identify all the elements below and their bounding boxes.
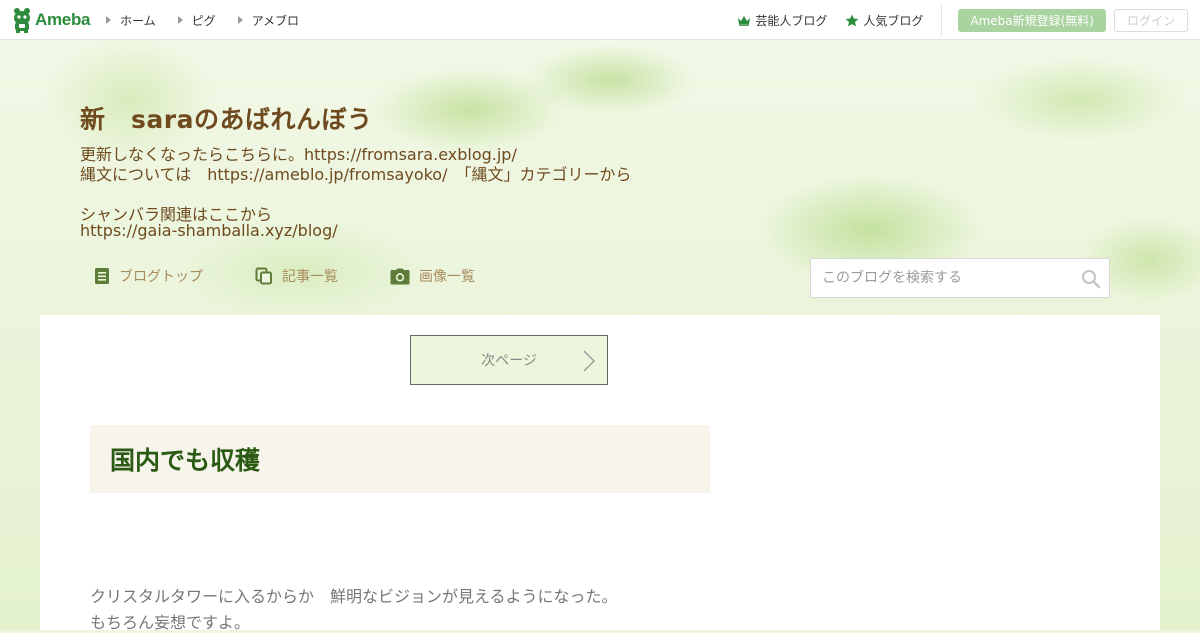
ameba-mascot-icon xyxy=(14,8,30,33)
next-page-button[interactable]: 次ページ xyxy=(410,335,608,385)
blog-description-line: https://gaia-shamballa.xyz/blog/ xyxy=(80,221,338,240)
blog-top-label: ブログトップ xyxy=(119,269,203,285)
blog-subnav: ブログトップ 記事一覧 画像一覧 xyxy=(94,266,527,286)
article-header: 国内でも収穫 xyxy=(90,425,710,493)
account-nav: 芸能人ブログ 人気ブログ Ameba新規登録(無料) ログイン xyxy=(737,0,1200,40)
search-icon[interactable] xyxy=(1081,269,1101,289)
caret-right-icon xyxy=(237,16,243,24)
article-title[interactable]: 国内でも収穫 xyxy=(110,441,260,477)
document-icon xyxy=(95,268,109,284)
login-button[interactable]: ログイン xyxy=(1114,8,1188,32)
entry-list-label: 記事一覧 xyxy=(282,269,338,285)
chevron-right-icon xyxy=(583,350,595,372)
crown-icon xyxy=(738,15,751,26)
article-body-line: もちろん妄想ですよ。 xyxy=(90,613,251,632)
blog-title[interactable]: 新 saraのあばれんぼう xyxy=(80,100,372,136)
nav-item-pigg[interactable]: ピグ xyxy=(177,12,216,29)
star-icon xyxy=(845,14,859,26)
next-page-label: 次ページ xyxy=(481,353,537,369)
nav-label: アメブロ xyxy=(251,13,300,28)
image-list-link[interactable]: 画像一覧 xyxy=(390,266,475,286)
register-button[interactable]: Ameba新規登録(無料) xyxy=(958,8,1106,32)
caret-right-icon xyxy=(106,16,111,24)
global-nav: ホーム ピグ アメブロ xyxy=(106,0,321,40)
celebrity-blog-link[interactable]: 芸能人ブログ xyxy=(737,12,827,29)
search-input[interactable] xyxy=(811,259,1082,297)
blog-top-link[interactable]: ブログトップ xyxy=(94,266,203,286)
popular-blog-label: 人気ブログ xyxy=(863,13,924,28)
article-body-line: クリスタルタワーに入るからか 鮮明なビジョンが見えるようになった。 xyxy=(90,587,618,606)
camera-icon xyxy=(390,268,410,284)
nav-item-ameblo[interactable]: アメブロ xyxy=(237,12,300,29)
blog-search xyxy=(810,258,1110,298)
celebrity-blog-label: 芸能人ブログ xyxy=(755,13,828,28)
copy-icon xyxy=(255,267,272,285)
nav-label: ホーム xyxy=(120,13,156,28)
main-content: 次ページ 国内でも収穫 クリスタルタワーに入るからか 鮮明なビジョンが見えるよう… xyxy=(40,315,1160,632)
global-header: Ameba ホーム ピグ アメブロ 芸能人ブログ 人気ブログ Ameba新規登録… xyxy=(0,0,1200,40)
ameba-logo[interactable]: Ameba xyxy=(12,7,90,33)
nav-label: ピグ xyxy=(191,13,216,28)
blog-description-line: 縄文については https://ameblo.jp/fromsayoko/ 「縄… xyxy=(80,165,632,184)
entry-list-link[interactable]: 記事一覧 xyxy=(255,266,338,286)
image-list-label: 画像一覧 xyxy=(419,269,475,285)
divider xyxy=(941,4,943,36)
caret-right-icon xyxy=(177,16,183,24)
nav-item-home[interactable]: ホーム xyxy=(106,12,156,29)
popular-blog-link[interactable]: 人気ブログ xyxy=(845,12,923,29)
logo-text: Ameba xyxy=(35,10,91,29)
